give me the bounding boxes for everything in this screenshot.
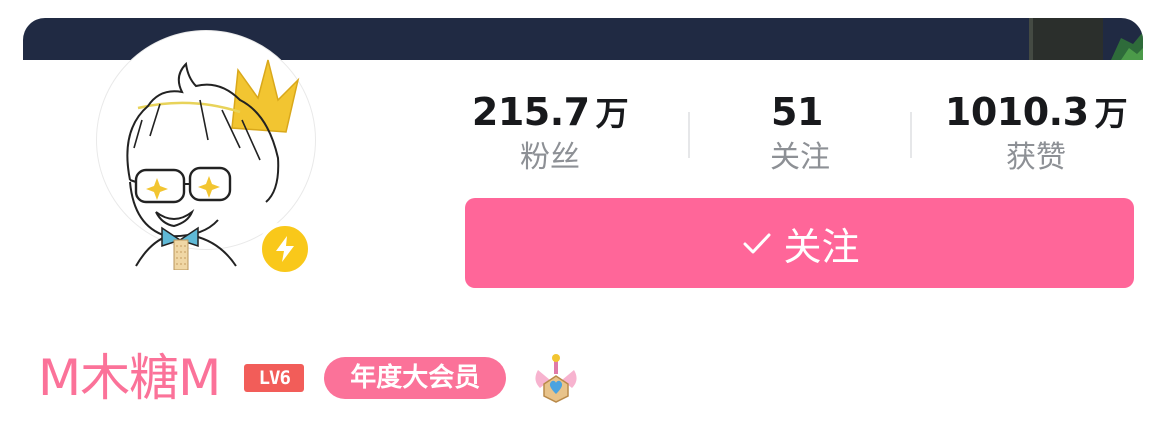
stat-divider: [910, 112, 912, 158]
follow-button-label: 关注: [783, 224, 860, 269]
following-count: 51: [771, 90, 823, 134]
likes-count: 1010.3 万: [944, 90, 1128, 134]
avatar[interactable]: [90, 30, 320, 276]
likes-label: 获赞: [1006, 140, 1066, 175]
following-label: 关注: [770, 140, 830, 175]
profile-name-row: M木糖M LV6 年度大会员: [38, 348, 584, 408]
stat-following[interactable]: 51 关注: [690, 88, 910, 176]
checkmark-icon: [743, 233, 771, 254]
profile-stats: 215.7 万 粉丝 51 关注 1010.3 万 获赞: [440, 88, 1160, 178]
fans-count: 215.7 万: [471, 90, 629, 134]
level-badge[interactable]: LV6: [244, 364, 305, 392]
lightning-bolt-icon: [258, 222, 312, 276]
vip-badge[interactable]: 年度大会员: [324, 357, 507, 399]
follow-button[interactable]: 关注: [465, 198, 1134, 288]
banner-art-image: [1029, 18, 1143, 60]
stat-fans[interactable]: 215.7 万 粉丝: [440, 88, 660, 176]
stat-likes[interactable]: 1010.3 万 获赞: [926, 88, 1146, 176]
pendant-medal-icon[interactable]: [528, 350, 584, 406]
username: M木糖M: [38, 349, 221, 407]
fans-label: 粉丝: [520, 140, 580, 175]
